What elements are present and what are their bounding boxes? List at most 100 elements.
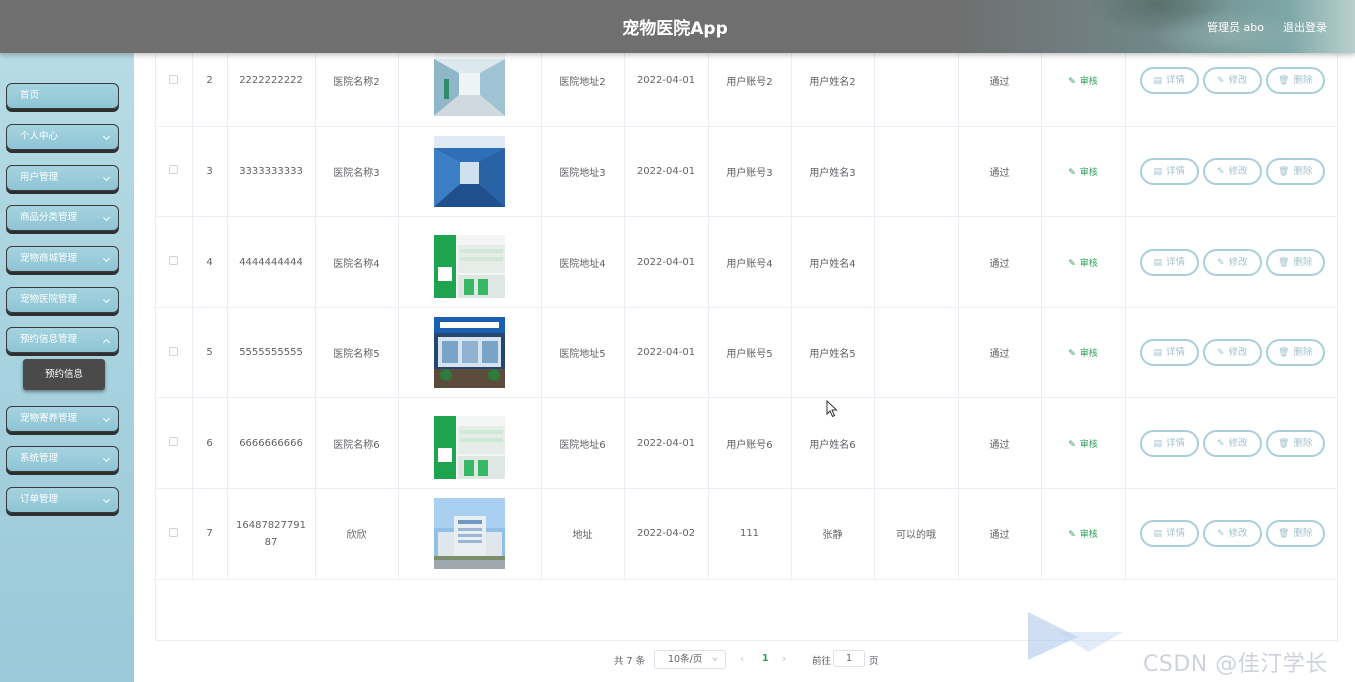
- detail-button[interactable]: ▤ 详情: [1139, 67, 1199, 95]
- audit-button[interactable]: ✎ 审核: [1068, 349, 1098, 359]
- menu-item-pet-boarding-management[interactable]: 宠物寄养管理: [6, 406, 119, 432]
- menu-item-home[interactable]: 首页: [6, 83, 119, 109]
- index-cell: 4: [192, 216, 228, 308]
- audit-button[interactable]: ✎ 审核: [1068, 168, 1098, 178]
- menu-item-label: 首页: [20, 90, 40, 101]
- menu-item-label: 预约信息管理: [20, 334, 78, 345]
- table-row: 5 5555555555 医院名称5 医院地址5 2022-04-01 用户账号5 用户姓名…: [156, 307, 1337, 399]
- menu-item-system-management[interactable]: 系统管理: [6, 446, 119, 472]
- row-checkbox[interactable]: [169, 346, 179, 356]
- delete-label: 删除: [1293, 437, 1313, 449]
- audit-button[interactable]: ✎ 审核: [1068, 259, 1098, 269]
- index-cell: 5: [192, 307, 228, 399]
- detail-button[interactable]: ▤ 详情: [1139, 520, 1199, 548]
- row-checkbox[interactable]: [169, 74, 179, 84]
- actions-cell: ▤详情✎修改🗑删除: [1125, 126, 1337, 218]
- goto-page-input[interactable]: [833, 650, 865, 667]
- row-checkbox[interactable]: [169, 256, 179, 266]
- detail-button[interactable]: ▤ 详情: [1139, 429, 1199, 457]
- pen-icon: ✎: [1216, 529, 1225, 540]
- checkbox-cell: [156, 216, 193, 308]
- document-icon: ▤: [1153, 257, 1162, 268]
- address-cell: 医院地址4: [541, 216, 625, 308]
- detail-label: 详情: [1166, 437, 1186, 449]
- app-title: 宠物医院App: [622, 19, 728, 39]
- status-cell: 通过: [958, 307, 1042, 399]
- submenu-item-appointment-info[interactable]: 预约信息: [23, 359, 105, 390]
- menu-item-label: 个人中心: [20, 131, 59, 142]
- menu-item-label: 用户管理: [20, 172, 59, 183]
- delete-label: 删除: [1293, 256, 1313, 268]
- audit-label: 审核: [1079, 167, 1098, 178]
- detail-label: 详情: [1166, 528, 1186, 540]
- trash-icon: 🗑: [1278, 166, 1290, 177]
- trash-icon: 🗑: [1278, 529, 1290, 540]
- detail-label: 详情: [1166, 256, 1186, 268]
- delete-button[interactable]: 🗑 删除: [1265, 248, 1325, 276]
- address-cell: 地址: [541, 488, 625, 580]
- delete-button[interactable]: 🗑 删除: [1265, 339, 1325, 367]
- detail-button[interactable]: ▤ 详情: [1139, 339, 1199, 367]
- status-cell: 通过: [958, 397, 1042, 490]
- date-cell: 2022-04-02: [624, 488, 709, 580]
- delete-button[interactable]: 🗑 删除: [1265, 157, 1325, 185]
- menu-item-pet-hospital-management[interactable]: 宠物医院管理: [6, 287, 119, 313]
- menu-item-label: 宠物商城管理: [20, 253, 78, 264]
- detail-label: 详情: [1166, 165, 1186, 177]
- trash-icon: 🗑: [1278, 438, 1290, 449]
- row-checkbox[interactable]: [169, 437, 179, 447]
- edit-button[interactable]: ✎ 修改: [1202, 67, 1262, 95]
- username-cell: 用户姓名3: [791, 126, 875, 218]
- page-number-current[interactable]: 1: [762, 653, 769, 664]
- page-size-select[interactable]: 10条/页: [654, 650, 726, 669]
- row-checkbox[interactable]: [169, 165, 179, 175]
- prev-page-icon[interactable]: ‹: [740, 652, 744, 665]
- detail-label: 详情: [1166, 75, 1186, 87]
- menu-item-user-management[interactable]: 用户管理: [6, 165, 119, 191]
- edit-button[interactable]: ✎ 修改: [1202, 339, 1262, 367]
- chevron-down-icon: [102, 254, 111, 263]
- edit-button[interactable]: ✎ 修改: [1202, 520, 1262, 548]
- edit-button[interactable]: ✎ 修改: [1202, 248, 1262, 276]
- date-cell: 2022-04-01: [624, 126, 709, 218]
- row-checkbox[interactable]: [169, 527, 179, 537]
- delete-button[interactable]: 🗑 删除: [1265, 429, 1325, 457]
- detail-button[interactable]: ▤ 详情: [1139, 248, 1199, 276]
- audit-label: 审核: [1079, 349, 1098, 360]
- edit-label: 修改: [1228, 75, 1248, 87]
- pen-icon: ✎: [1068, 258, 1076, 269]
- image-cell: [398, 126, 542, 218]
- menu-item-category-management[interactable]: 商品分类管理: [6, 205, 119, 231]
- username-cell: 用户姓名5: [791, 307, 875, 399]
- audit-cell: ✎审核: [1041, 397, 1126, 490]
- index-cell: 3: [192, 126, 228, 218]
- admin-user-label: 管理员 abo: [1207, 21, 1264, 34]
- table-row: 4 4444444444 医院名称4 医院地址4 2022-04-01 用户账号4 用户姓名…: [156, 216, 1337, 308]
- menu-item-personal-center[interactable]: 个人中心: [6, 124, 119, 150]
- audit-label: 审核: [1079, 77, 1098, 88]
- menu-item-pet-mall-management[interactable]: 宠物商城管理: [6, 246, 119, 272]
- page-unit-label: 页: [869, 656, 879, 667]
- delete-button[interactable]: 🗑 删除: [1265, 67, 1325, 95]
- logout-link[interactable]: 退出登录: [1283, 19, 1327, 35]
- audit-button[interactable]: ✎ 审核: [1068, 77, 1098, 87]
- pet-hospital-storefront-photo: [434, 317, 505, 389]
- menu-item-order-management[interactable]: 订单管理: [6, 487, 119, 513]
- audit-label: 审核: [1079, 258, 1098, 269]
- address-cell: 医院地址3: [541, 126, 625, 218]
- audit-button[interactable]: ✎ 审核: [1068, 440, 1098, 450]
- menu-item-appointment-management[interactable]: 预约信息管理: [6, 327, 119, 353]
- next-page-icon[interactable]: ›: [782, 652, 786, 665]
- trash-icon: 🗑: [1278, 348, 1290, 359]
- trash-icon: 🗑: [1278, 257, 1290, 268]
- top-header: 宠物医院App 管理员 abo 退出登录: [0, 0, 1355, 60]
- table-row: 7 1648782779187 欣欣 地址 2022-04-02 111 张静 可以的哦 通过 ✎…: [156, 488, 1337, 580]
- edit-button[interactable]: ✎ 修改: [1202, 157, 1262, 185]
- address-cell: 医院地址5: [541, 307, 625, 399]
- delete-button[interactable]: 🗑 删除: [1265, 520, 1325, 548]
- edit-button[interactable]: ✎ 修改: [1202, 429, 1262, 457]
- audit-button[interactable]: ✎ 审核: [1068, 530, 1098, 540]
- detail-button[interactable]: ▤ 详情: [1139, 157, 1199, 185]
- chevron-up-icon: [102, 338, 111, 347]
- goto-label: 前往: [812, 656, 832, 667]
